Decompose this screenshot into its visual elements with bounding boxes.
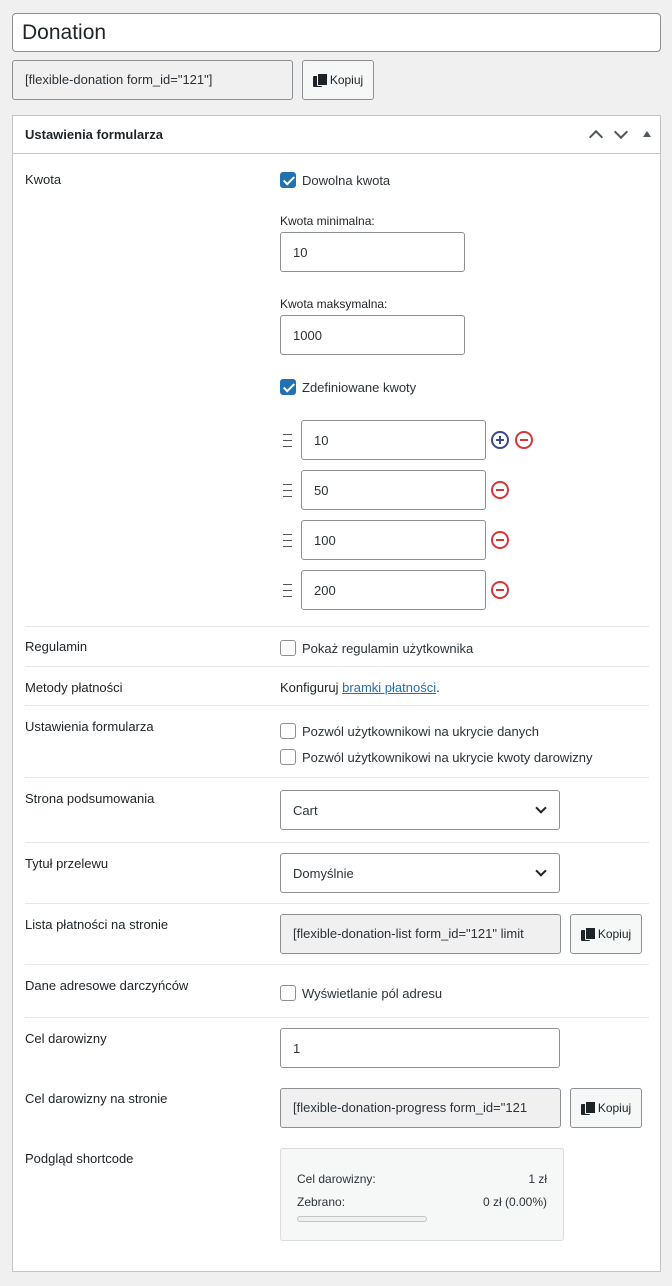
- address-label: Dane adresowe darczyńców: [25, 978, 189, 993]
- collapse-toggle-icon[interactable]: [639, 127, 655, 143]
- terms-checkbox[interactable]: [280, 640, 296, 656]
- preview-goal-value: 1 zł: [528, 1172, 547, 1186]
- copy-label: Kopiuj: [329, 73, 364, 87]
- divider: [25, 777, 649, 778]
- min-amount-input[interactable]: 10: [280, 232, 465, 272]
- preview-collected-value: 0 zł (0.00%): [482, 1195, 547, 1209]
- summary-page-label: Strona podsumowania: [25, 791, 155, 806]
- min-amount-label: Kwota minimalna:: [280, 214, 375, 228]
- address-checkbox[interactable]: [280, 985, 296, 1001]
- post-title-input[interactable]: Donation: [12, 13, 661, 52]
- copy-payment-list-button[interactable]: Kopiuj: [570, 914, 642, 954]
- hide-data-checkbox[interactable]: [280, 723, 296, 739]
- move-down-icon[interactable]: [613, 124, 629, 143]
- predefined-amounts-label: Zdefiniowane kwoty: [302, 380, 417, 395]
- donation-progress-bar: [297, 1216, 427, 1222]
- goal-label: Cel darowizny: [25, 1031, 107, 1046]
- predefined-amount-input[interactable]: 200: [301, 570, 486, 610]
- predefined-amount-input[interactable]: 100: [301, 520, 486, 560]
- shortcode-field[interactable]: [flexible-donation form_id="121"]: [12, 60, 293, 100]
- preview-goal-label: Cel darowizny:: [297, 1172, 376, 1186]
- remove-amount-icon[interactable]: [491, 481, 509, 499]
- divider: [25, 842, 649, 843]
- goal-input[interactable]: 1: [280, 1028, 560, 1068]
- free-amount-checkbox[interactable]: [280, 172, 296, 188]
- copy-label: Kopiuj: [597, 1101, 632, 1115]
- divider: [25, 964, 649, 965]
- goal-page-label: Cel darowizny na stronie: [25, 1091, 168, 1106]
- predefined-amount-input[interactable]: 10: [301, 420, 486, 460]
- copy-label: Kopiuj: [597, 927, 632, 941]
- shortcode-preview-label: Podgląd shortcode: [25, 1151, 134, 1166]
- chevron-down-icon: [535, 865, 547, 877]
- copy-goal-page-button[interactable]: Kopiuj: [570, 1088, 642, 1128]
- divider: [25, 626, 649, 627]
- shortcode-preview: Cel darowizny: 1 zł Zebrano: 0 zł (0.00%…: [280, 1148, 564, 1241]
- free-amount-label: Dowolna kwota: [302, 173, 391, 188]
- remove-amount-icon[interactable]: [491, 531, 509, 549]
- payment-list-shortcode-field[interactable]: [flexible-donation-list form_id="121" li…: [280, 914, 561, 954]
- payment-methods-label: Metody płatności: [25, 680, 123, 695]
- drag-handle-icon[interactable]: [283, 434, 292, 448]
- hide-amount-checkbox[interactable]: [280, 749, 296, 765]
- copy-icon: [580, 926, 596, 942]
- amount-label: Kwota: [25, 172, 62, 187]
- transfer-title-label: Tytuł przelewu: [25, 856, 109, 871]
- drag-handle-icon[interactable]: [283, 484, 292, 498]
- payment-methods-text: Konfiguruj bramki płatności.: [280, 680, 440, 695]
- address-checkbox-label: Wyświetlanie pól adresu: [302, 986, 443, 1001]
- metabox-header: Ustawienia formularza: [13, 116, 660, 154]
- max-amount-label: Kwota maksymalna:: [280, 297, 388, 311]
- hide-data-label: Pozwól użytkownikowi na ukrycie danych: [302, 724, 539, 739]
- drag-handle-icon[interactable]: [283, 534, 292, 548]
- copy-icon: [312, 72, 328, 88]
- payment-list-label: Lista płatności na stronie: [25, 917, 169, 932]
- summary-page-select[interactable]: Cart: [280, 790, 560, 830]
- predefined-amounts-checkbox[interactable]: [280, 379, 296, 395]
- remove-amount-icon[interactable]: [515, 431, 533, 449]
- copy-icon: [580, 1100, 596, 1116]
- predefined-amount-input[interactable]: 50: [301, 470, 486, 510]
- drag-handle-icon[interactable]: [283, 584, 292, 598]
- add-amount-icon[interactable]: [491, 431, 509, 449]
- max-amount-input[interactable]: 1000: [280, 315, 465, 355]
- form-settings-metabox: Ustawienia formularza Kwota Dowolna kwot…: [12, 115, 661, 1272]
- goal-page-shortcode-field[interactable]: [flexible-donation-progress form_id="121: [280, 1088, 561, 1128]
- chevron-down-icon: [535, 802, 547, 814]
- divider: [25, 903, 649, 904]
- payment-gateways-link[interactable]: bramki płatności: [342, 680, 436, 695]
- terms-checkbox-label: Pokaż regulamin użytkownika: [302, 641, 474, 656]
- transfer-title-select[interactable]: Domyślnie: [280, 853, 560, 893]
- divider: [25, 666, 649, 667]
- move-up-icon[interactable]: [588, 127, 604, 145]
- summary-page-value: Cart: [293, 802, 318, 818]
- transfer-title-value: Domyślnie: [293, 865, 354, 881]
- form-settings-label: Ustawienia formularza: [25, 719, 154, 734]
- preview-collected-label: Zebrano:: [297, 1195, 346, 1209]
- divider: [25, 705, 649, 706]
- divider: [25, 1017, 649, 1018]
- hide-amount-label: Pozwól użytkownikowi na ukrycie kwoty da…: [302, 750, 593, 765]
- copy-shortcode-button[interactable]: Kopiuj: [302, 60, 374, 100]
- remove-amount-icon[interactable]: [491, 581, 509, 599]
- terms-label: Regulamin: [25, 639, 88, 654]
- metabox-title: Ustawienia formularza: [25, 127, 163, 142]
